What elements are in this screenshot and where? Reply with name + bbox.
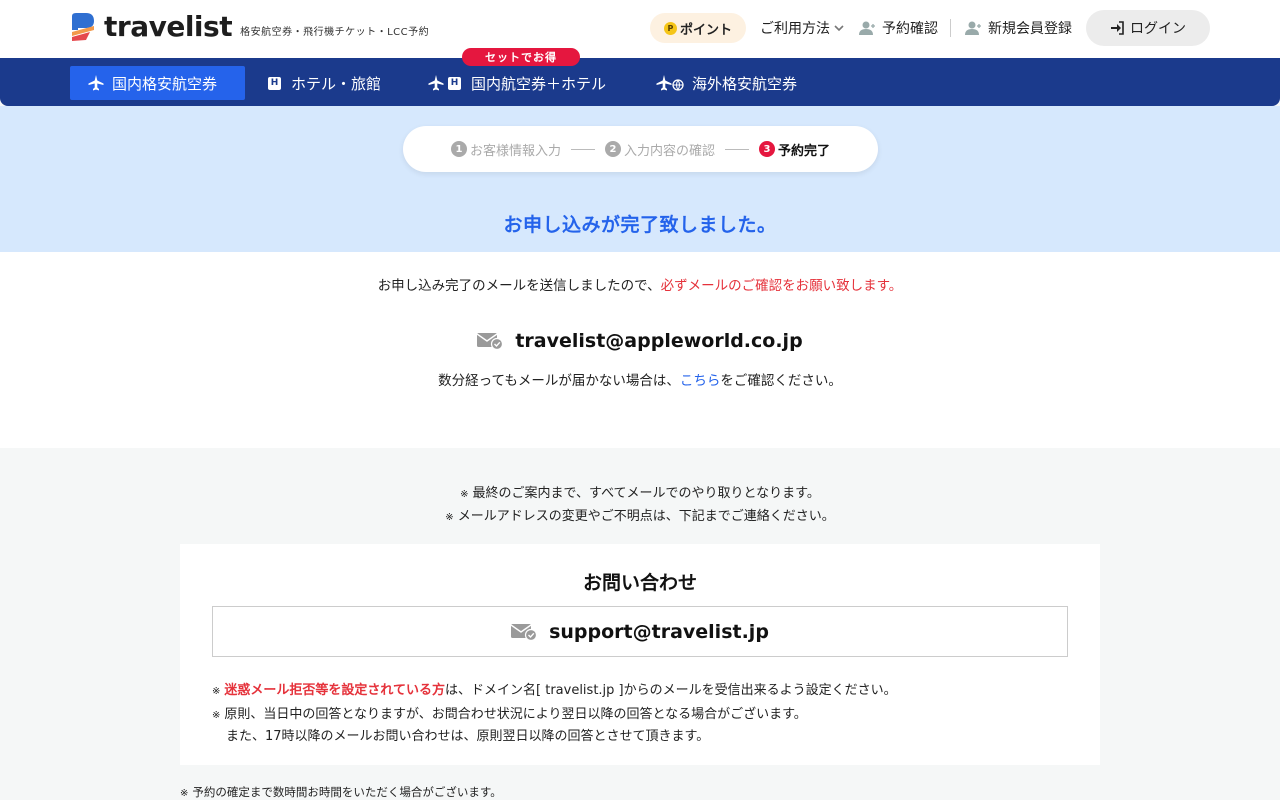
tab-international-flights[interactable]: 海外格安航空券: [638, 66, 817, 100]
usage-menu[interactable]: ご利用方法: [760, 18, 845, 38]
user-add-icon: [965, 21, 981, 35]
set-deal-badge: セットでお得: [462, 48, 580, 66]
progress-steps: 1 お客様情報入力 2 入力内容の確認 3 予約完了: [403, 126, 878, 172]
register-label: 新規会員登録: [988, 21, 1072, 37]
confirmation-section: お申し込み完了のメールを送信しましたので、必ずメールのご確認をお願い致します。 …: [0, 252, 1280, 448]
step-label: 予約完了: [778, 143, 831, 159]
tab-label: 国内格安航空券: [112, 74, 218, 93]
user-icon: [859, 21, 875, 35]
point-coin-icon: P: [663, 21, 677, 35]
note-text: メールアドレスの変更やご不明点は、下記までご連絡ください。: [457, 509, 835, 524]
help-link[interactable]: こちら: [680, 373, 721, 389]
tab-hotels[interactable]: H ホテル・旅館: [250, 66, 401, 100]
noarrive-prefix: 数分経ってもメールが届かない場合は、: [438, 373, 680, 389]
footer-note-text: 予約の確定まで数時間お時間をいただく場合がございます。: [192, 785, 502, 799]
login-label: ログイン: [1130, 21, 1186, 37]
logo[interactable]: travelist 格安航空券・飛行機チケット・LCC予約: [70, 12, 429, 42]
header-divider: [950, 19, 951, 37]
registered-email: travelist@appleworld.co.jp: [0, 330, 1280, 352]
note-text: 最終のご案内まで、すべてメールでのやり取りとなります。: [472, 486, 820, 501]
reservation-check-label: 予約確認: [882, 21, 938, 37]
note-mark: ※: [212, 686, 221, 697]
booking-confirm-note: ※ 予約の確定まで数時間お時間をいただく場合がございます。: [180, 784, 502, 800]
register-link[interactable]: 新規会員登録: [965, 18, 1072, 38]
reservation-check-link[interactable]: 予約確認: [859, 18, 938, 38]
contact-title: お問い合わせ: [582, 572, 697, 594]
reply-line1: 原則、当日中の回答となりますが、お問合わせ状況により翌日以降の回答となる場合がご…: [224, 707, 807, 722]
reply-line2: また、17時以降のメールお問い合わせは、原則翌日以降の回答とさせて頂きます。: [226, 729, 710, 744]
step-connector: [725, 148, 749, 150]
reply-time-note-cont: また、17時以降のメールお問い合わせは、原則翌日以降の回答とさせて頂きます。: [226, 725, 709, 744]
site-header: travelist 格安航空券・飛行機チケット・LCC予約 P ポイント ご利用…: [0, 0, 1280, 58]
spam-emphasis: 迷惑メール拒否等を設定されている方: [224, 683, 446, 698]
login-icon: [1111, 21, 1124, 35]
support-email-box[interactable]: support@travelist.jp: [212, 606, 1068, 657]
step-customer-info: 1 お客様情報入力: [450, 140, 561, 159]
contact-card: お問い合わせ support@travelist.jp ※ 迷惑メール拒否等を設定…: [180, 544, 1100, 765]
usage-label: ご利用方法: [760, 21, 830, 37]
step-label: お客様情報入力: [469, 143, 561, 159]
note-mark: ※: [180, 788, 189, 799]
note-email-only: ※ 最終のご案内まで、すべてメールでのやり取りとなります。: [0, 482, 1280, 501]
note-mark: ※: [445, 512, 454, 523]
spam-filter-note: ※ 迷惑メール拒否等を設定されている方は、ドメイン名[ travelist.jp …: [212, 679, 897, 698]
tab-label: 海外格安航空券: [692, 74, 798, 93]
reply-time-note: ※ 原則、当日中の回答となりますが、お問合わせ状況により翌日以降の回答となる場合が…: [212, 703, 807, 722]
spam-rest: は、ドメイン名[ travelist.jp ]からのメールを受信出来るよう設定く…: [445, 683, 897, 698]
main-nav: 国内格安航空券 H ホテル・旅館 H 国内航空券＋ホテル セットでお得 海外格安…: [0, 48, 1280, 106]
note-mark: ※: [212, 710, 221, 721]
tab-label: 国内航空券＋ホテル: [471, 74, 607, 93]
logo-mark-icon: [70, 12, 96, 42]
sent-msg-emphasis: 必ずメールのご確認をお願い致します。: [660, 278, 903, 294]
step-number: 2: [604, 141, 621, 157]
page-title: お申し込みが完了致しました。: [503, 214, 777, 236]
noarrive-suffix: をご確認ください。: [720, 373, 842, 389]
support-email: support@travelist.jp: [549, 620, 769, 643]
no-email-help: 数分経ってもメールが届かない場合は、こちらをご確認ください。: [0, 369, 1280, 389]
step-label: 入力内容の確認: [623, 143, 715, 159]
email-sent-message: お申し込み完了のメールを送信しましたので、必ずメールのご確認をお願い致します。: [0, 274, 1280, 294]
login-button[interactable]: ログイン: [1086, 10, 1210, 46]
hotel-icon: H: [448, 76, 461, 90]
step-number: 1: [450, 141, 467, 157]
step-confirm: 2 入力内容の確認: [604, 140, 715, 159]
airplane-globe-icon: [656, 75, 684, 91]
logo-text: travelist: [104, 10, 233, 43]
point-label: ポイント: [679, 22, 732, 38]
mail-check-icon: [511, 623, 538, 641]
tab-label: ホテル・旅館: [291, 74, 382, 93]
note-mark: ※: [460, 489, 469, 500]
email-address: travelist@appleworld.co.jp: [515, 330, 803, 352]
info-section: ※ 最終のご案内まで、すべてメールでのやり取りとなります。 ※ メールアドレスの変更…: [0, 448, 1280, 800]
note-contact: ※ メールアドレスの変更やご不明点は、下記までご連絡ください。: [0, 505, 1280, 524]
airplane-icon: [88, 75, 104, 91]
chevron-down-icon: [834, 25, 844, 32]
logo-tagline: 格安航空券・飛行機チケット・LCC予約: [240, 26, 430, 38]
airplane-icon: [428, 75, 444, 91]
completion-banner: 1 お客様情報入力 2 入力内容の確認 3 予約完了 お申し込みが完了致しました…: [0, 106, 1280, 252]
step-connector: [570, 148, 595, 150]
sent-msg-prefix: お申し込み完了のメールを送信しましたので、: [377, 278, 661, 294]
step-complete: 3 予約完了: [759, 140, 830, 159]
tab-flight-hotel[interactable]: H 国内航空券＋ホテル: [410, 66, 626, 100]
tab-domestic-flights[interactable]: 国内格安航空券: [70, 66, 245, 100]
point-button[interactable]: P ポイント: [649, 13, 746, 43]
mail-check-icon: [477, 333, 504, 350]
header-actions: P ポイント ご利用方法 予約確認 新規会員登録 ログイン: [649, 10, 1210, 46]
hotel-icon: H: [268, 76, 281, 90]
step-number: 3: [759, 141, 775, 157]
